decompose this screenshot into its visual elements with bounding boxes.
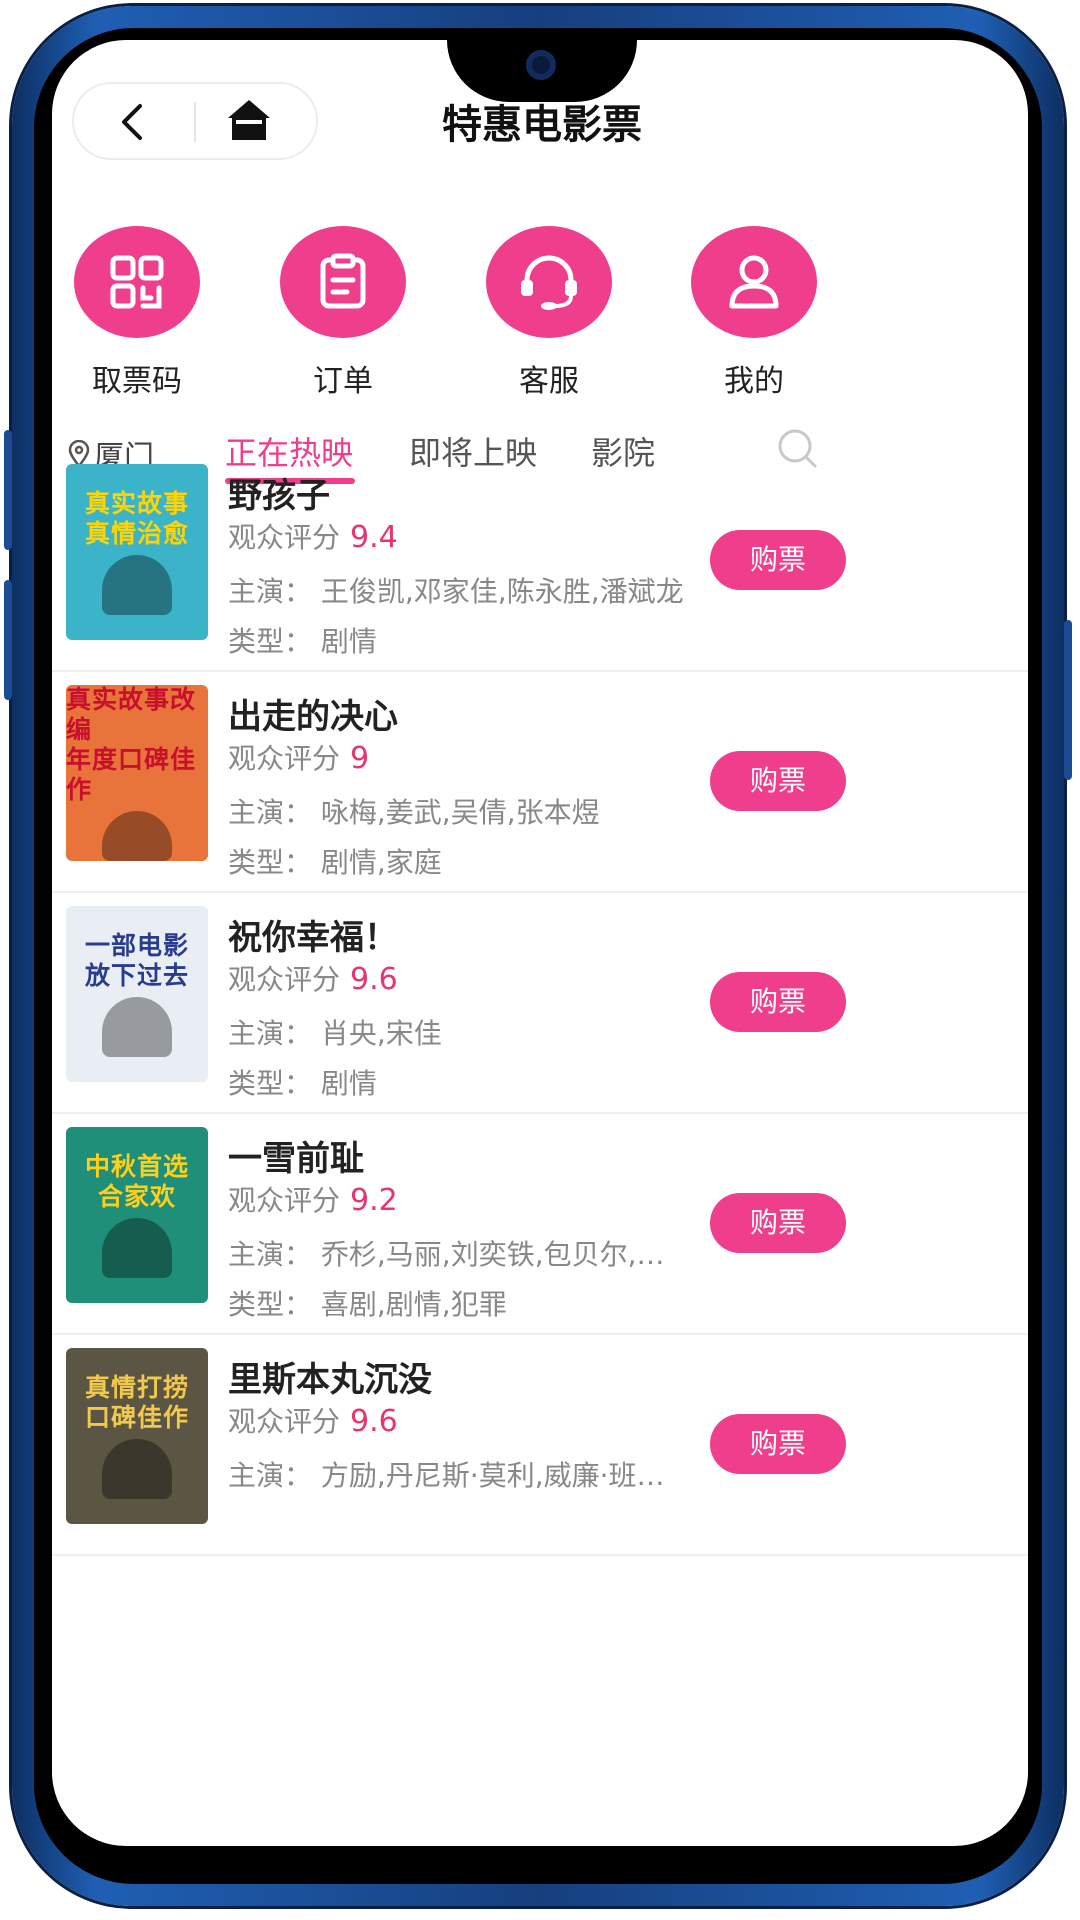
movie-title: 野孩子 bbox=[228, 476, 330, 516]
audience-rating: 观众评分 9.2 bbox=[228, 1179, 398, 1219]
headset-icon bbox=[486, 226, 612, 338]
user-icon bbox=[691, 226, 817, 338]
poster-figure bbox=[102, 811, 172, 861]
poster-figure bbox=[102, 1439, 172, 1499]
back-icon[interactable] bbox=[114, 102, 154, 142]
poster-tagline-1: 真实故事改编 bbox=[66, 685, 197, 744]
movie-cast: 主演： 肖央,宋佳 bbox=[228, 1017, 442, 1050]
movie-item[interactable]: 一部电影 放下过去 祝你幸福！ 观众评分 9.6 主演： 肖央,宋佳 类型： 剧情… bbox=[52, 892, 1028, 1114]
menu-label: 我的 bbox=[724, 364, 784, 399]
movie-item[interactable]: 中秋首选 合家欢 一雪前耻 观众评分 9.2 主演： 乔杉,马丽,刘奕铁,包贝尔,… bbox=[52, 1113, 1028, 1335]
movie-item[interactable]: 真情打捞 口碑佳作 里斯本丸沉没 观众评分 9.6 主演： 方励,丹尼斯·莫利,威… bbox=[52, 1334, 1028, 1556]
rating-score: 9.6 bbox=[350, 1404, 398, 1439]
poster-tagline-2: 口碑佳作 bbox=[84, 1403, 189, 1432]
menu-label: 取票码 bbox=[92, 364, 182, 399]
phone-side-button bbox=[4, 430, 12, 550]
clipboard-icon bbox=[280, 226, 406, 338]
movie-title: 里斯本丸沉没 bbox=[228, 1360, 432, 1400]
movie-poster: 真实故事 真情治愈 bbox=[66, 464, 208, 640]
phone-side-button bbox=[4, 580, 12, 700]
poster-tagline-1: 真情打捞 bbox=[84, 1373, 189, 1402]
menu-ticket-code[interactable]: 取票码 bbox=[52, 226, 227, 400]
rating-score: 9 bbox=[350, 741, 370, 776]
rating-label: 观众评分 bbox=[228, 1405, 341, 1438]
movie-poster: 真情打捞 口碑佳作 bbox=[66, 1348, 208, 1524]
app-screen: 特惠电影票 取票码 订单 客服 我的 厦门 正在热映 即将上映 影院 真实故事 … bbox=[52, 40, 1028, 1846]
audience-rating: 观众评分 9 bbox=[228, 737, 369, 777]
poster-tagline-2: 放下过去 bbox=[84, 961, 189, 990]
menu-customer-service[interactable]: 客服 bbox=[459, 226, 639, 400]
movie-cast: 主演： 方励,丹尼斯·莫利,威廉·班… bbox=[228, 1459, 665, 1492]
movie-title: 祝你幸福！ bbox=[228, 918, 398, 958]
audience-rating: 观众评分 9.4 bbox=[228, 516, 398, 556]
movie-genre: 类型： 喜剧,剧情,犯罪 bbox=[228, 1288, 507, 1321]
rating-score: 9.4 bbox=[350, 520, 398, 555]
rating-label: 观众评分 bbox=[228, 1184, 341, 1217]
poster-tagline-1: 真实故事 bbox=[84, 489, 189, 518]
nav-divider bbox=[194, 102, 196, 142]
poster-figure bbox=[102, 555, 172, 615]
front-camera bbox=[526, 50, 556, 80]
buy-ticket-button[interactable]: 购票 bbox=[710, 972, 846, 1032]
row-divider bbox=[52, 1554, 1028, 1556]
poster-tagline-1: 一部电影 bbox=[84, 931, 189, 960]
buy-ticket-button[interactable]: 购票 bbox=[710, 530, 846, 590]
rating-label: 观众评分 bbox=[228, 963, 341, 996]
audience-rating: 观众评分 9.6 bbox=[228, 958, 398, 998]
buy-ticket-button[interactable]: 购票 bbox=[710, 1414, 846, 1474]
movie-genre: 类型： 剧情,家庭 bbox=[228, 846, 442, 879]
ticket-code-icon bbox=[74, 226, 200, 338]
movie-cast: 主演： 王俊凯,邓家佳,陈永胜,潘斌龙 bbox=[228, 575, 684, 608]
movie-poster: 中秋首选 合家欢 bbox=[66, 1127, 208, 1303]
movie-genre: 类型： 剧情 bbox=[228, 625, 377, 658]
phone-power-button bbox=[1064, 620, 1072, 780]
menu-label: 客服 bbox=[519, 364, 579, 399]
buy-ticket-button[interactable]: 购票 bbox=[710, 1193, 846, 1253]
movie-poster: 真实故事改编 年度口碑佳作 bbox=[66, 685, 208, 861]
menu-my-profile[interactable]: 我的 bbox=[664, 226, 844, 400]
movie-title: 出走的决心 bbox=[228, 697, 398, 737]
poster-tagline-1: 中秋首选 bbox=[84, 1152, 189, 1181]
rating-label: 观众评分 bbox=[228, 521, 341, 554]
movie-item[interactable]: 真实故事 真情治愈 野孩子 观众评分 9.4 主演： 王俊凯,邓家佳,陈永胜,潘斌… bbox=[52, 450, 1028, 672]
menu-orders[interactable]: 订单 bbox=[253, 226, 433, 400]
home-icon[interactable] bbox=[226, 98, 272, 142]
movie-poster: 一部电影 放下过去 bbox=[66, 906, 208, 1082]
poster-tagline-2: 真情治愈 bbox=[84, 519, 189, 548]
poster-figure bbox=[102, 1218, 172, 1278]
audience-rating: 观众评分 9.6 bbox=[228, 1400, 398, 1440]
rating-score: 9.2 bbox=[350, 1183, 398, 1218]
movie-item[interactable]: 真实故事改编 年度口碑佳作 出走的决心 观众评分 9 主演： 咏梅,姜武,吴倩,张… bbox=[52, 671, 1028, 893]
rating-score: 9.6 bbox=[350, 962, 398, 997]
poster-figure bbox=[102, 997, 172, 1057]
rating-label: 观众评分 bbox=[228, 742, 341, 775]
movie-cast: 主演： 咏梅,姜武,吴倩,张本煜 bbox=[228, 796, 600, 829]
poster-tagline-2: 年度口碑佳作 bbox=[66, 745, 197, 804]
poster-tagline-2: 合家欢 bbox=[97, 1182, 176, 1211]
movie-cast: 主演： 乔杉,马丽,刘奕铁,包贝尔,… bbox=[228, 1238, 665, 1271]
movie-title: 一雪前耻 bbox=[228, 1139, 364, 1179]
buy-ticket-button[interactable]: 购票 bbox=[710, 751, 846, 811]
movie-genre: 类型： 剧情 bbox=[228, 1067, 377, 1100]
menu-label: 订单 bbox=[313, 364, 373, 399]
nav-capsule bbox=[72, 82, 318, 160]
